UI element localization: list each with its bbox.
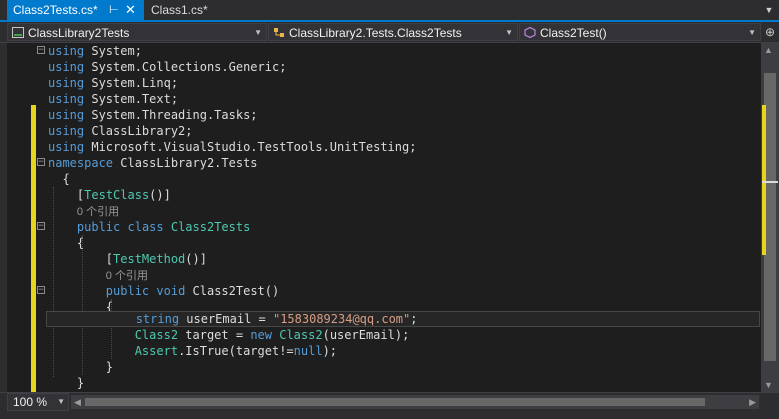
- scroll-left-icon[interactable]: ◀: [74, 395, 81, 409]
- collapse-icon[interactable]: −: [37, 158, 45, 167]
- project-name: ClassLibrary2Tests: [28, 26, 130, 40]
- code-line: − public class Class2Tests: [37, 220, 251, 234]
- code-line: using System.Text;: [48, 92, 179, 106]
- code-line: − using System;: [37, 44, 142, 58]
- code-editor[interactable]: − using System; using System.Collections…: [0, 43, 779, 392]
- vertical-scrollbar[interactable]: ▲ ▼: [761, 43, 779, 392]
- navigation-bar: ClassLibrary2Tests ▼ ClassLibrary2.Tests…: [0, 22, 779, 43]
- member-name: Class2Test(): [540, 26, 607, 40]
- class-name: ClassLibrary2.Tests.Class2Tests: [289, 26, 462, 40]
- scrollbar-thumb[interactable]: [85, 398, 705, 406]
- code-line: using ClassLibrary2;: [48, 124, 193, 138]
- code-line: Class2 target = new Class2(userEmail);: [134, 328, 410, 342]
- class-dropdown[interactable]: ClassLibrary2.Tests.Class2Tests ▼: [268, 23, 518, 41]
- split-window-icon[interactable]: ⊕: [763, 25, 777, 39]
- collapse-icon[interactable]: −: [37, 46, 45, 55]
- scrollbar-caret-marker: [762, 181, 778, 183]
- tab-class2tests[interactable]: Class2Tests.cs* ⊢ ✕: [7, 0, 144, 20]
- editor-bottom-bar: 100 % ▼ ◀ ▶: [0, 392, 779, 419]
- scroll-right-icon[interactable]: ▶: [749, 395, 756, 409]
- chevron-down-icon: ▼: [254, 28, 262, 37]
- zoom-dropdown[interactable]: 100 % ▼: [7, 393, 69, 411]
- code-line: using System.Linq;: [48, 76, 179, 90]
- collapse-icon[interactable]: −: [37, 286, 45, 295]
- code-line: }: [76, 376, 85, 390]
- reference-count-lens[interactable]: 0 个引用: [77, 206, 119, 218]
- chevron-down-icon: ▼: [57, 397, 65, 406]
- code-line: [TestMethod()]: [105, 252, 207, 266]
- code-line: {: [62, 172, 70, 186]
- code-line: }: [105, 360, 114, 374]
- current-line-highlight: string userEmail = "1583089234@qq.com";: [46, 311, 760, 327]
- close-icon[interactable]: ✕: [125, 0, 136, 20]
- tab-class1[interactable]: Class1.cs*: [146, 0, 236, 20]
- code-line: {: [76, 236, 85, 250]
- member-dropdown[interactable]: Class2Test() ▼: [519, 23, 761, 41]
- scroll-down-icon[interactable]: ▼: [764, 380, 773, 390]
- scroll-up-icon[interactable]: ▲: [764, 45, 773, 55]
- tab-label: Class2Tests.cs*: [13, 3, 98, 17]
- method-icon: [524, 27, 536, 38]
- collapse-icon[interactable]: −: [37, 222, 45, 231]
- project-dropdown[interactable]: ClassLibrary2Tests ▼: [7, 23, 267, 41]
- code-line: using System.Collections.Generic;: [48, 60, 287, 74]
- tab-label: Class1.cs*: [151, 3, 208, 17]
- code-lens-line: 0 个引用: [0, 203, 760, 219]
- chevron-down-icon: ▼: [505, 28, 513, 37]
- code-line: using Microsoft.VisualStudio.TestTools.U…: [48, 140, 417, 154]
- code-lens-line: 0 个引用: [0, 267, 760, 283]
- code-line: − public void Class2Test(): [37, 284, 280, 298]
- code-line: Assert.IsTrue(target!=null);: [134, 344, 338, 358]
- pin-icon[interactable]: ⊢: [109, 0, 119, 20]
- zoom-level: 100 %: [13, 395, 48, 409]
- scrollbar-change-marker: [762, 105, 766, 255]
- tab-list-dropdown-icon[interactable]: ▼: [762, 3, 776, 17]
- project-icon: [12, 27, 24, 38]
- class-icon: [274, 28, 284, 37]
- document-tab-strip: Class2Tests.cs* ⊢ ✕ Class1.cs* ▼: [0, 0, 779, 20]
- code-line: [TestClass()]: [76, 188, 171, 202]
- code-line: using System.Threading.Tasks;: [48, 108, 258, 122]
- horizontal-scrollbar[interactable]: ◀ ▶: [71, 395, 759, 409]
- reference-count-lens[interactable]: 0 个引用: [106, 270, 148, 282]
- code-line: − namespace ClassLibrary2.Tests: [37, 156, 258, 170]
- chevron-down-icon: ▼: [748, 28, 756, 37]
